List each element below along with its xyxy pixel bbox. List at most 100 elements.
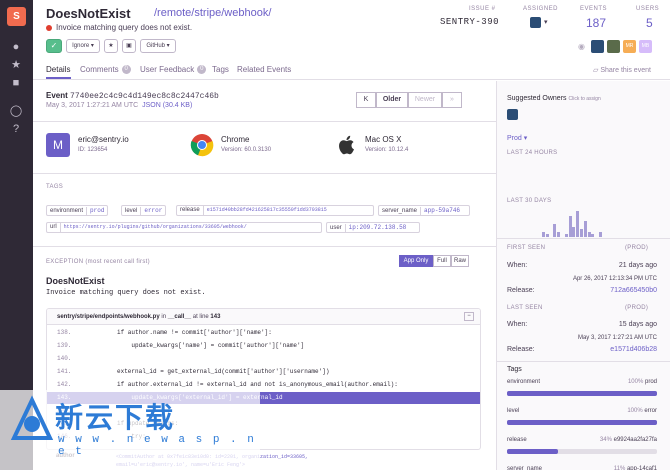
trash-icon: ▣ <box>126 43 132 49</box>
users-label: USERS <box>636 6 660 12</box>
older-event-button[interactable]: Older <box>376 92 408 108</box>
newer-event-button[interactable]: Newer <box>408 92 442 108</box>
tag-distribution-row[interactable]: server_name 11% app-14caf1 <box>507 466 657 470</box>
tag-top-value: prod <box>644 379 657 385</box>
browser-version: Version: 60.0.3130 <box>221 147 272 153</box>
first-seen-release: Release: 712a665450b0 <box>507 287 657 294</box>
first-seen-heading: FIRST SEEN <box>507 245 546 251</box>
assignee-avatar[interactable] <box>530 17 541 28</box>
tag-url[interactable]: url https://sentry.io/plugins/github/orga… <box>46 222 322 233</box>
event-id: 7740ee2c4c9c4d149ec8c8c2447c46b <box>70 92 219 101</box>
tab-related-events[interactable]: Related Events <box>237 65 291 74</box>
collapse-icon[interactable]: − <box>464 312 474 321</box>
tag-environment[interactable]: environment prod <box>46 205 109 216</box>
toggle-raw[interactable]: Raw <box>451 255 469 267</box>
tag-top-value: e9924aa2fa27fa <box>613 437 657 443</box>
tag-user[interactable]: user ip:209.72.138.58 <box>326 222 420 233</box>
delete-button[interactable]: ▣ <box>122 39 136 53</box>
line-number: 140. <box>57 355 72 362</box>
sparkline-bar <box>599 231 602 237</box>
chevron-down-icon[interactable]: ▾ <box>544 18 548 26</box>
code-line: 141. external_id = get_external_id(commit… <box>47 366 480 378</box>
issue-message-text: Invoice matching query does not exist. <box>56 23 193 32</box>
tag-bar-fill <box>507 420 657 425</box>
user-avatar: M <box>46 133 70 157</box>
sparkline-bar <box>576 211 580 237</box>
tag-percent: 100% <box>627 408 645 414</box>
last-seen-release-link[interactable]: e1571d406b28 <box>610 346 657 353</box>
frame-header[interactable]: sentry/stripe/endpoints/webhook.py in __… <box>47 309 480 325</box>
toggle-app-only[interactable]: App Only <box>399 255 433 267</box>
tag-level[interactable]: level error <box>121 205 167 216</box>
issue-culprit: /remote/stripe/webhook/ <box>154 7 272 19</box>
tab-details[interactable]: Details <box>46 65 70 74</box>
first-event-button[interactable]: K <box>356 92 376 108</box>
lock-icon: ▱ <box>593 67 599 74</box>
github-label: GitHub <box>146 43 165 49</box>
resolve-button[interactable]: ✓ <box>46 39 62 53</box>
watermark-logo-icon <box>10 395 54 440</box>
tag-top-value: app-14caf1 <box>626 466 657 470</box>
tag-distribution-row[interactable]: release 34% e9924aa2fa27fa <box>507 437 657 443</box>
eye-icon[interactable]: ◉ <box>578 42 585 51</box>
tag-key: level <box>507 408 520 414</box>
star-icon[interactable]: ★ <box>9 58 23 72</box>
tag-server-name[interactable]: server_name app-59a746 <box>378 205 470 216</box>
tag-stat: 34% e9924aa2fa27fa <box>600 437 657 443</box>
github-button[interactable]: GitHub ▾ <box>140 39 176 53</box>
tab-feedback-label: User Feedback <box>140 65 195 74</box>
last-event-button[interactable]: » <box>442 92 462 108</box>
exception-message: Invoice matching query does not exist. <box>46 289 206 297</box>
issue-tabs: Details Comments 0 User Feedback 0 Tags Re… <box>33 62 670 80</box>
tag-bar-track <box>507 391 657 396</box>
frame-line-prefix: at line <box>192 314 209 320</box>
help-icon[interactable]: ? <box>9 122 23 136</box>
last-seen-date: May 3, 2017 1:27:21 AM UTC <box>577 335 657 341</box>
frame-file: sentry/stripe/endpoints/webhook.py <box>57 314 160 320</box>
issue-title: DoesNotExist <box>46 6 131 21</box>
stats-icon[interactable]: ■ <box>9 76 23 90</box>
tag-stat: 11% app-14caf1 <box>614 466 657 470</box>
owner-avatar[interactable] <box>507 109 518 120</box>
tab-comments[interactable]: Comments 0 <box>80 65 131 75</box>
user-icon[interactable]: ● <box>9 40 23 54</box>
tag-key: release <box>177 206 204 215</box>
tag-release[interactable]: release e1571d40bb28fd421625817c35550f1dd… <box>176 205 374 216</box>
tag-key: server_name <box>379 207 422 215</box>
environment-select[interactable]: Prod ▾ <box>507 134 527 142</box>
sparkline-bar <box>553 224 557 237</box>
divider <box>497 361 670 362</box>
json-link[interactable]: JSON (30.4 KB) <box>142 102 192 109</box>
line-number: 138. <box>57 329 72 336</box>
sparkline-bar <box>545 234 549 237</box>
first-seen-release-link[interactable]: 712a665450b0 <box>610 287 657 294</box>
events-count[interactable]: 187 <box>586 16 606 30</box>
org-avatar[interactable]: S <box>7 7 26 26</box>
tag-bar-fill <box>507 391 657 396</box>
tag-bar-track <box>507 420 657 425</box>
comments-count-badge: 0 <box>121 65 131 75</box>
event-label: Event <box>46 91 68 100</box>
tag-percent: 100% <box>627 379 645 385</box>
active-tab-indicator <box>46 77 71 79</box>
sparkline-bar <box>568 216 572 237</box>
env-label: Prod <box>507 135 522 142</box>
globe-icon[interactable]: ◯ <box>9 104 23 118</box>
users-count[interactable]: 5 <box>646 16 653 30</box>
chrome-icon <box>190 133 214 157</box>
divider <box>33 173 496 174</box>
tag-distribution-row[interactable]: environment 100% prod <box>507 379 657 385</box>
tag-value: https://sentry.io/plugins/github/organiz… <box>63 224 247 230</box>
tab-user-feedback[interactable]: User Feedback 0 <box>140 65 207 75</box>
participant-avatar <box>591 40 604 53</box>
share-link[interactable]: ▱ Share this event <box>593 66 651 74</box>
os-version: Version: 10.12.4 <box>365 147 409 153</box>
toggle-full[interactable]: Full <box>433 255 451 267</box>
ignore-button[interactable]: Ignore ▾ <box>66 39 100 53</box>
watermark-url: w w w . n e w a s p . n e t <box>58 434 256 458</box>
tab-tags[interactable]: Tags <box>212 65 229 74</box>
bookmark-button[interactable]: ★ <box>104 39 118 53</box>
tag-distribution-row[interactable]: level 100% error <box>507 408 657 414</box>
tag-key: environment <box>507 379 541 385</box>
last-seen-relative: 15 days ago <box>618 321 657 328</box>
